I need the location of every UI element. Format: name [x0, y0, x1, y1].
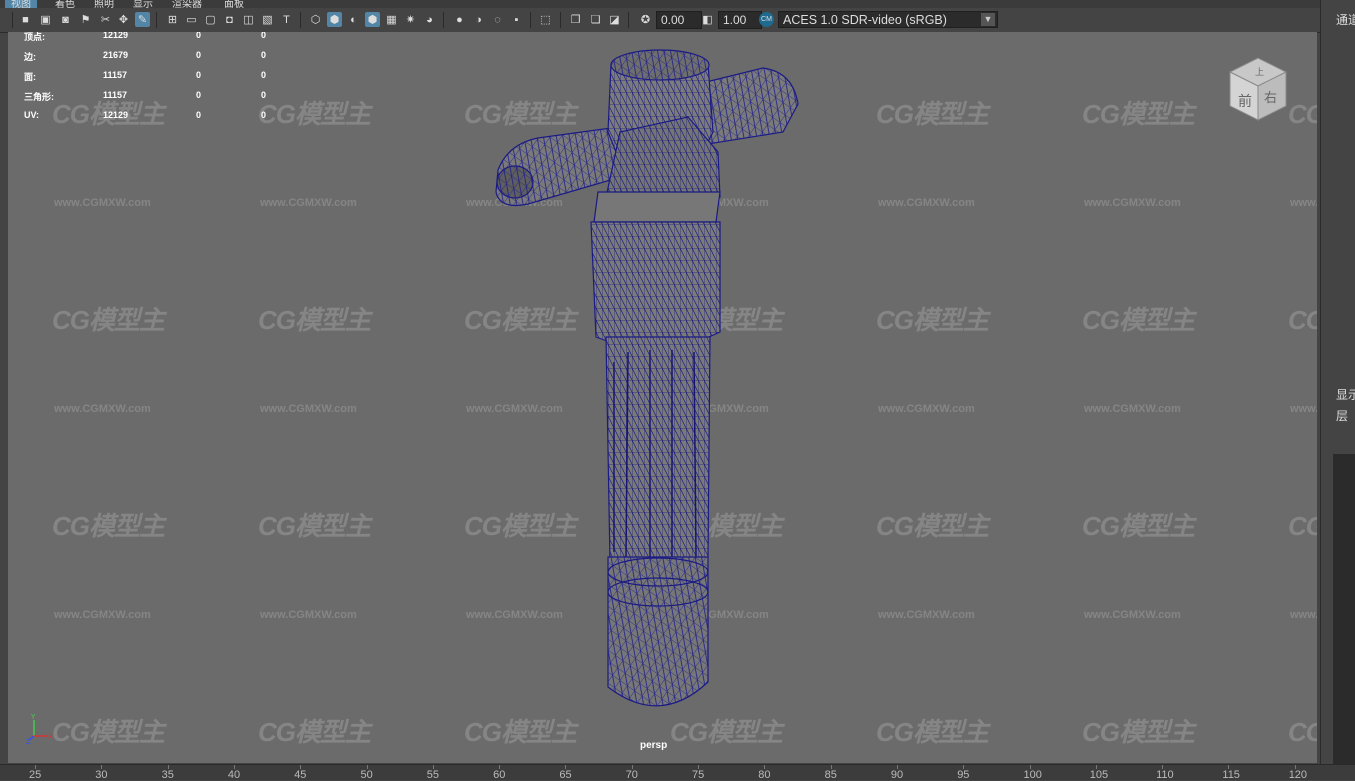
- timeline-tick-label: 115: [1222, 769, 1240, 781]
- field-chart-icon[interactable]: ◫: [241, 12, 256, 27]
- menu-view[interactable]: 视图: [5, 0, 37, 8]
- color-management-icon[interactable]: CM: [759, 12, 774, 27]
- anti-aliasing-icon[interactable]: ◌: [490, 12, 505, 27]
- toolbar-separator: [628, 12, 629, 28]
- axis-z-label: Z: [26, 738, 31, 744]
- timeline-tick-label: 35: [161, 769, 174, 781]
- bookmark-flag-icon[interactable]: ⚑: [78, 12, 93, 27]
- toolbar-separator: [560, 12, 561, 28]
- toolbar-separator: [530, 12, 531, 28]
- timeline-tick-label: 85: [824, 769, 837, 781]
- menu-show[interactable]: 显示: [133, 0, 153, 8]
- menu-bar: 视图 着色 照明 显示 渲染器 面板: [0, 0, 1320, 8]
- menu-panels[interactable]: 面板: [224, 0, 244, 8]
- gamma-field[interactable]: 0.00: [656, 11, 702, 29]
- timeline-tick-label: 95: [957, 769, 970, 781]
- depth-of-field-icon[interactable]: ▪: [509, 12, 524, 27]
- xray-components-icon[interactable]: ◪: [607, 12, 622, 27]
- camera-name-label: persp: [640, 740, 668, 751]
- channel-box-tab[interactable]: 通道: [1336, 11, 1355, 28]
- display-tab[interactable]: 显示: [1336, 386, 1355, 403]
- wireframe-icon[interactable]: ⬡: [308, 12, 323, 27]
- grid-icon[interactable]: ⊞: [165, 12, 180, 27]
- timeline-tick-label: 55: [426, 769, 440, 781]
- smooth-shade-icon[interactable]: ⬢: [327, 12, 342, 27]
- viewcube-front-label[interactable]: 前: [1238, 93, 1252, 110]
- timeline-tick-label: 60: [493, 769, 506, 781]
- layers-tab[interactable]: 层: [1336, 407, 1348, 424]
- select-camera-icon[interactable]: ■: [18, 12, 33, 27]
- menu-lighting[interactable]: 照明: [94, 0, 114, 8]
- viewcube-right-label[interactable]: 右: [1264, 91, 1277, 106]
- timeline-tick-label: 80: [758, 769, 771, 781]
- gamma-icon[interactable]: ✪: [638, 12, 653, 27]
- image-plane-icon[interactable]: ✂: [98, 12, 113, 27]
- model-wireframe[interactable]: [8, 32, 1317, 763]
- timeline-tick-label: 70: [625, 769, 638, 781]
- toolbar-separator: [12, 12, 13, 28]
- hilt-pommel: [607, 556, 709, 707]
- hilt-upper-body: [590, 191, 721, 349]
- hilt-grip: [605, 336, 711, 563]
- menu-shading[interactable]: 着色: [55, 0, 75, 8]
- grease-pencil-icon[interactable]: ✎: [135, 12, 150, 27]
- timeline-tick-label: 110: [1156, 769, 1174, 781]
- toolbar-separator: [156, 12, 157, 28]
- axis-x-label: X: [48, 733, 53, 741]
- chevron-down-icon[interactable]: ▼: [981, 13, 995, 26]
- motion-blur-icon[interactable]: ◑: [471, 12, 486, 27]
- 2d-pan-zoom-icon[interactable]: ✥: [116, 12, 131, 27]
- timeline-tick-label: 25: [29, 769, 42, 781]
- colorspace-value: ACES 1.0 SDR-video (sRGB): [783, 13, 947, 27]
- viewcube[interactable]: 上 前 右: [1222, 54, 1294, 126]
- exposure-field[interactable]: 1.00: [718, 11, 762, 29]
- timeline-tick-label: 120: [1288, 769, 1308, 781]
- wireframe-on-shaded-icon[interactable]: ⬢: [365, 12, 380, 27]
- viewcube-top-label[interactable]: 上: [1255, 67, 1264, 78]
- textured-icon[interactable]: ▦: [384, 12, 399, 27]
- timeline-tick-label: 105: [1089, 769, 1109, 781]
- timeline-tick-label: 30: [95, 769, 108, 781]
- exposure-icon[interactable]: ◧: [700, 12, 715, 27]
- screen-space-ao-icon[interactable]: ●: [452, 12, 467, 27]
- toolbar-separator: [443, 12, 444, 28]
- gate-mask-icon[interactable]: ◘: [222, 12, 237, 27]
- timeline-tick-label: 90: [890, 769, 904, 781]
- perspective-viewport[interactable]: CG模型主 www.CGMXW.com CG模型主 www.CGMXW.com CG模型…: [8, 32, 1317, 763]
- time-slider[interactable]: 25 30 35 40 45 50 55 60 65 70 75 80 85 90 95 100 105 110 1…: [0, 764, 1355, 781]
- shadows-icon[interactable]: ◕: [422, 12, 437, 27]
- isolate-select-icon[interactable]: ⬚: [538, 12, 553, 27]
- panel-toolbar: ■ ▣ ◙ ⚑ ✂ ✥ ✎ ⊞ ▭ ▢ ◘ ◫ ▧ T ⬡ ⬢ ◐ ⬢ ▦ ✷ …: [0, 8, 1320, 33]
- camera-attributes-icon[interactable]: ▣: [38, 12, 53, 27]
- bookmarks-icon[interactable]: ◙: [58, 12, 73, 27]
- colorspace-dropdown[interactable]: ACES 1.0 SDR-video (sRGB) ▼: [778, 11, 998, 28]
- default-material-icon[interactable]: ◐: [346, 12, 361, 27]
- channel-box-panel: 通道 显示 层: [1320, 0, 1355, 779]
- xray-icon[interactable]: ❐: [568, 12, 583, 27]
- lighting-icon[interactable]: ✷: [403, 12, 418, 27]
- safe-title-icon[interactable]: T: [279, 12, 294, 27]
- emitter-top: [604, 49, 721, 203]
- timeline-tick-label: 50: [360, 769, 373, 781]
- toolbar-separator: [300, 12, 301, 28]
- timeline-tick-label: 75: [692, 769, 705, 781]
- timeline-tick-label: 100: [1023, 769, 1042, 781]
- safe-action-icon[interactable]: ▧: [260, 12, 275, 27]
- film-gate-icon[interactable]: ▭: [184, 12, 199, 27]
- timeline-tick-label: 45: [294, 769, 307, 781]
- resolution-gate-icon[interactable]: ▢: [203, 12, 218, 27]
- layer-list[interactable]: [1333, 454, 1355, 764]
- menu-renderer[interactable]: 渲染器: [172, 0, 202, 8]
- xray-joints-icon[interactable]: ❏: [588, 12, 603, 27]
- timeline-tick-label: 40: [227, 769, 241, 781]
- axis-y-label: Y: [30, 714, 36, 721]
- timeline-tick-label: 65: [559, 769, 572, 781]
- axis-gizmo: Y X Z: [26, 714, 53, 744]
